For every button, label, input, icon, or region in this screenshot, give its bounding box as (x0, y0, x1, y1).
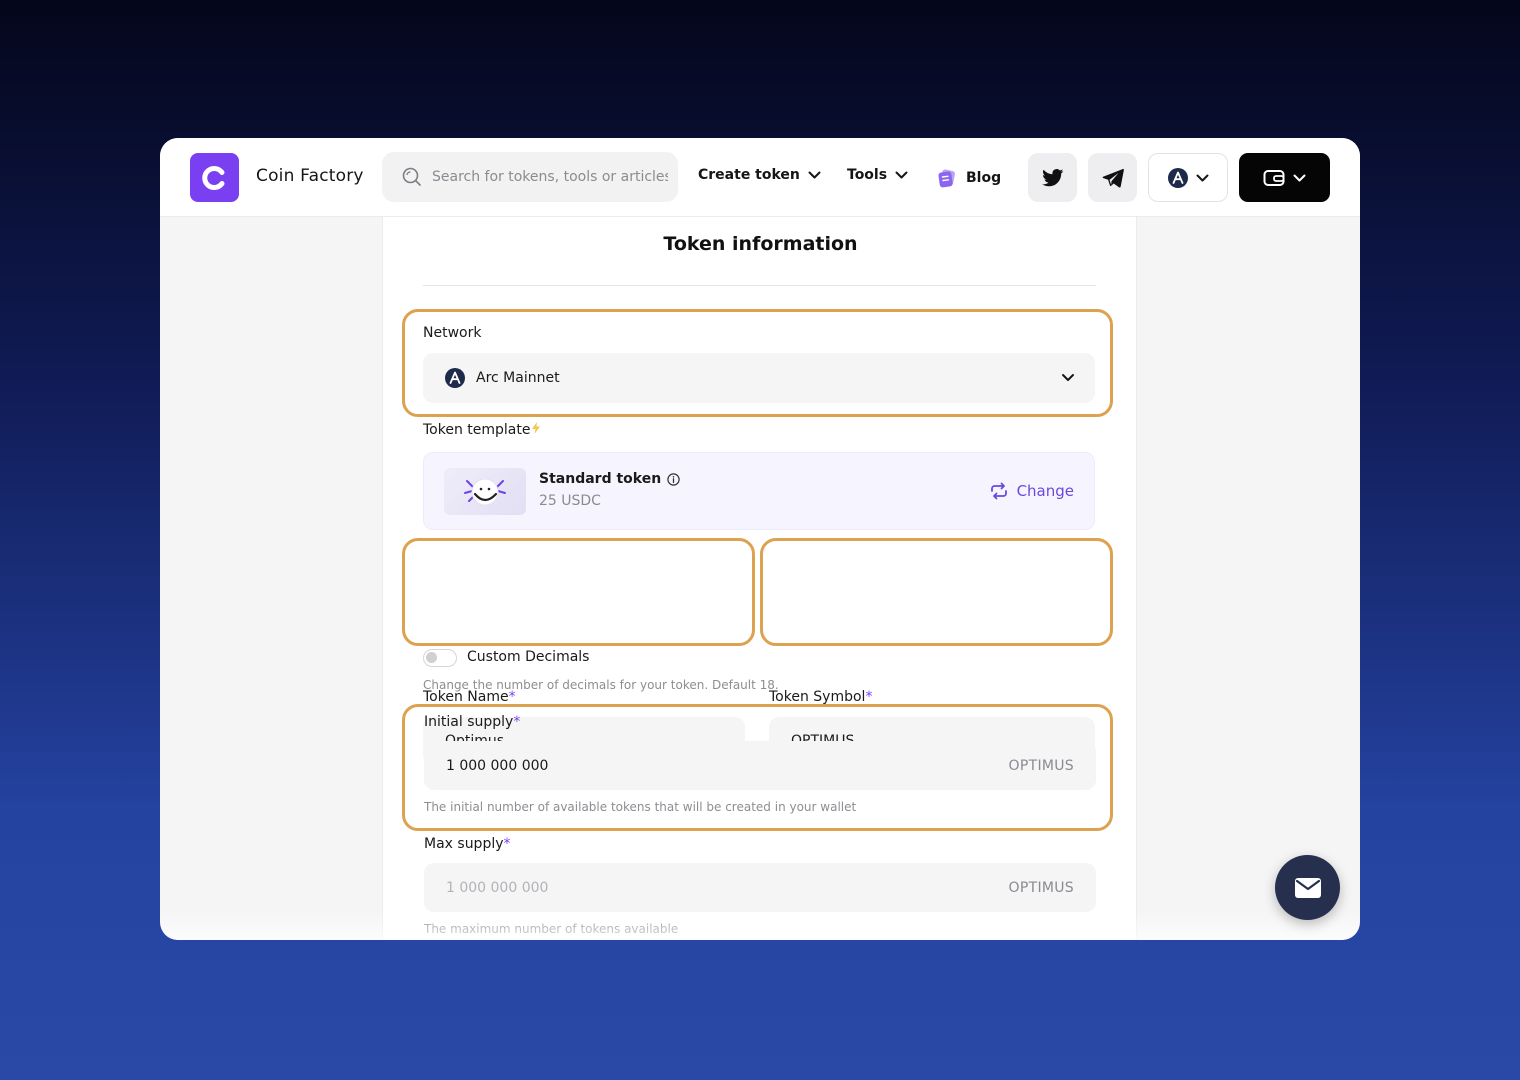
token-template-label-text: Token template (423, 422, 531, 438)
template-name: Standard token (539, 471, 662, 487)
chevron-down-icon (1196, 174, 1208, 181)
logo-c-icon (201, 165, 224, 190)
nav-tools[interactable]: Tools (847, 167, 908, 183)
chevron-down-icon (1062, 374, 1074, 381)
twitter-icon (1041, 168, 1063, 186)
max-supply-label-text: Max supply (424, 836, 504, 852)
template-price: 25 USDC (539, 493, 601, 509)
search-input[interactable] (432, 169, 668, 185)
lightning-icon (532, 422, 541, 434)
nav-blog-label: Blog (966, 170, 1002, 186)
search-icon (402, 167, 421, 186)
title-divider (423, 285, 1096, 286)
arc-network-icon (1167, 167, 1188, 188)
initial-supply-label: Initial supply* (424, 714, 520, 730)
nav-blog[interactable]: Blog (936, 167, 1001, 189)
max-supply-hint: The maximum number of tokens available (424, 922, 679, 936)
network-selector-button[interactable] (1148, 153, 1228, 202)
mail-icon (1294, 877, 1321, 898)
chevron-down-icon (808, 171, 821, 179)
initial-supply-input[interactable]: 1 000 000 000 OPTIMUS (424, 741, 1096, 790)
search-bar[interactable] (382, 152, 678, 202)
network-select[interactable]: Arc Mainnet (423, 353, 1095, 403)
initial-supply-suffix: OPTIMUS (1008, 757, 1074, 774)
required-marker: * (865, 689, 873, 705)
swap-icon (990, 482, 1007, 500)
change-template-button[interactable]: Change (989, 482, 1074, 500)
token-symbol-label-text: Token Symbol (769, 689, 866, 705)
initial-supply-value: 1 000 000 000 (446, 757, 549, 774)
telegram-icon (1102, 168, 1124, 188)
token-template-label: Token template (423, 422, 541, 438)
toggle-knob (426, 652, 437, 663)
max-supply-label: Max supply* (424, 836, 511, 852)
chevron-down-icon (1293, 174, 1306, 181)
nav-create-token-label: Create token (698, 167, 800, 183)
change-template-label: Change (1016, 482, 1074, 500)
wallet-button[interactable] (1239, 153, 1330, 202)
token-template-image (444, 468, 526, 515)
smiley-token-icon (464, 478, 506, 505)
initial-supply-label-text: Initial supply (424, 714, 514, 730)
token-template-card[interactable]: Standard token 25 USDC Change (423, 452, 1095, 530)
app-window: Coin Factory Create token Tools (160, 138, 1360, 940)
network-value: Arc Mainnet (476, 370, 560, 386)
max-supply-input[interactable]: 1 000 000 000 OPTIMUS (424, 863, 1096, 912)
arc-network-icon (445, 368, 465, 388)
token-symbol-label: Token Symbol* (769, 689, 872, 705)
chevron-down-icon (895, 171, 908, 179)
telegram-button[interactable] (1088, 153, 1137, 202)
custom-decimals-label: Custom Decimals (467, 649, 590, 665)
wallet-icon (1263, 169, 1285, 186)
required-marker: * (513, 714, 521, 730)
contact-mail-button[interactable] (1275, 855, 1340, 920)
template-name-row: Standard token (539, 471, 680, 487)
nav-create-token[interactable]: Create token (698, 167, 821, 183)
nav-tools-label: Tools (847, 167, 888, 183)
custom-decimals-hint: Change the number of decimals for your t… (423, 678, 779, 692)
info-icon[interactable] (667, 472, 680, 486)
max-supply-placeholder: 1 000 000 000 (446, 879, 549, 896)
top-navigation-bar: Coin Factory Create token Tools (160, 138, 1360, 217)
required-marker: * (503, 836, 511, 852)
form-title: Token information (663, 233, 858, 255)
initial-supply-hint: The initial number of available tokens t… (424, 800, 857, 814)
twitter-button[interactable] (1028, 153, 1077, 202)
blog-icon (938, 169, 955, 188)
coin-factory-logo[interactable] (190, 153, 239, 202)
custom-decimals-toggle[interactable] (423, 649, 457, 667)
brand-name[interactable]: Coin Factory (256, 166, 364, 186)
token-form-panel: Token information Network Arc Mainnet To… (382, 217, 1137, 940)
max-supply-suffix: OPTIMUS (1008, 879, 1074, 896)
network-label: Network (423, 325, 482, 341)
